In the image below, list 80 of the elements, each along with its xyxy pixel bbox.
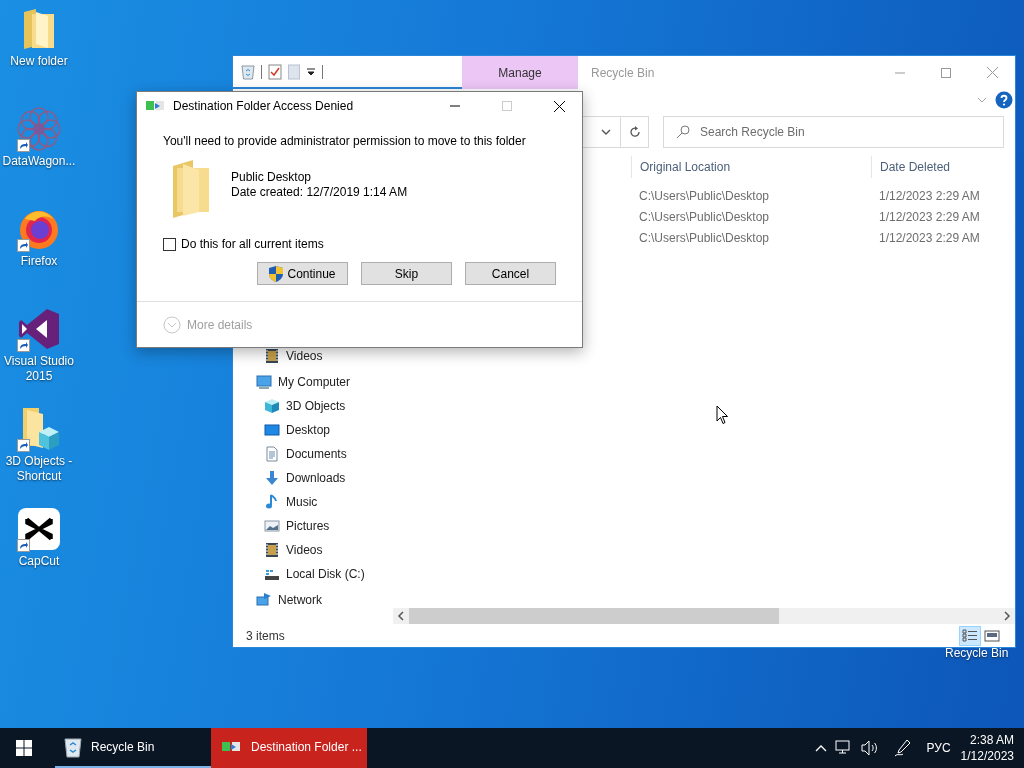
nav-item[interactable]: Desktop [233, 418, 393, 442]
network-graph-icon [17, 107, 61, 151]
document-icon [264, 446, 280, 462]
dropdown-icon[interactable] [601, 129, 611, 135]
dialog-message: You'll need to provide administrator permission to move to this folder [163, 134, 527, 148]
ribbon-tab[interactable]: Manage [462, 56, 578, 89]
table-cell-text: C:\Users\Public\Desktop [638, 187, 771, 205]
mouse-pointer-icon [716, 405, 729, 425]
desktop-icon [264, 422, 280, 438]
chevron-circle-icon [163, 315, 181, 334]
nav-item[interactable]: Downloads [233, 466, 393, 490]
nav-item[interactable]: Network [233, 588, 393, 612]
folder-icon [22, 8, 56, 50]
date-created: Date created: 12/7/2019 1:14 AM [231, 185, 408, 199]
folder-icon [171, 160, 211, 218]
folder-name: Public Desktop [231, 170, 313, 184]
desktop-shortcut[interactable]: 3D Objects - Shortcut [0, 406, 78, 506]
desktop-shortcut[interactable]: CapCut [0, 506, 78, 606]
details-view-icon [962, 628, 978, 643]
recycle-bin-icon[interactable] [241, 63, 255, 80]
desktop-shortcut[interactable]: New folder [0, 6, 78, 106]
nav-item[interactable]: Music [233, 490, 393, 514]
visual-studio-icon [17, 307, 61, 351]
language-indicator[interactable]: РУС [926, 741, 951, 755]
preview-pane-icon [984, 628, 1000, 643]
clock[interactable]: 2:38 AM 1/12/2023 [960, 732, 1014, 764]
window-title: Recycle Bin [590, 64, 656, 82]
music-note-icon [264, 494, 280, 510]
view-button[interactable] [959, 625, 981, 646]
status-text: 3 items [246, 628, 286, 643]
dropdown-icon[interactable] [306, 66, 316, 77]
network-icon [256, 592, 272, 608]
picture-icon [264, 518, 280, 534]
close-icon[interactable] [553, 100, 565, 112]
download-arrow-icon [264, 470, 280, 486]
file-transfer-icon [221, 740, 243, 754]
taskbar-item[interactable]: Destination Folder ... [211, 728, 367, 768]
table-cell-text: C:\Users\Public\Desktop [638, 229, 771, 247]
maximize-icon [502, 101, 512, 111]
nav-item[interactable]: Videos [233, 538, 393, 562]
search-field[interactable]: Search Recycle Bin [663, 116, 1004, 148]
dialog-title: Destination Folder Access Denied [173, 99, 355, 113]
nav-item[interactable]: 3D Objects [233, 394, 393, 418]
table-cell-text: 1/12/2023 2:29 AM [878, 229, 981, 247]
file-transfer-icon [145, 99, 167, 113]
horizontal-scrollbar[interactable] [393, 608, 1015, 624]
nav-item[interactable]: Pictures [233, 514, 393, 538]
table-cell-text: 1/12/2023 2:29 AM [878, 187, 981, 205]
recycle-bin-icon [63, 736, 83, 758]
dialog-button[interactable]: Cancel [465, 262, 556, 285]
checkbox-label: Do this for all current items [181, 237, 324, 251]
checkbox[interactable] [163, 237, 176, 251]
caret-up-icon[interactable] [814, 744, 827, 752]
desktop-icon-label[interactable]: Recycle Bin [945, 646, 1009, 660]
nav-item[interactable]: Documents [233, 442, 393, 466]
column-header[interactable]: Original Location [631, 156, 871, 178]
shield-icon [269, 265, 284, 282]
table-cell-text: 1/12/2023 2:29 AM [878, 208, 981, 226]
computer-icon [256, 374, 272, 390]
nav-item[interactable]: My Computer [233, 370, 393, 394]
dialog-button[interactable]: Continue [257, 262, 348, 285]
refresh-icon[interactable] [628, 126, 641, 138]
dialog-button[interactable]: Skip [361, 262, 452, 285]
help-icon[interactable] [995, 91, 1013, 109]
film-icon [264, 542, 280, 558]
network-icon[interactable] [834, 740, 853, 756]
column-header[interactable]: Date Deleted [871, 156, 1015, 178]
desktop-shortcut[interactable]: Firefox [0, 206, 78, 306]
maximize-icon[interactable] [941, 67, 951, 78]
windows-logo-icon [16, 740, 32, 756]
table-cell-text: C:\Users\Public\Desktop [638, 208, 771, 226]
speaker-icon[interactable] [860, 740, 879, 756]
cube-icon [264, 398, 280, 414]
nav-item[interactable]: Local Disk (C:) [233, 562, 393, 586]
search-icon [676, 125, 690, 139]
capcut-icon [17, 507, 61, 551]
desktop-shortcut[interactable]: DataWagon... [0, 106, 78, 206]
desktop-shortcut[interactable]: Visual Studio 2015 [0, 306, 78, 406]
nav-item[interactable]: Videos [233, 344, 393, 368]
checklist-icon[interactable] [268, 63, 282, 80]
